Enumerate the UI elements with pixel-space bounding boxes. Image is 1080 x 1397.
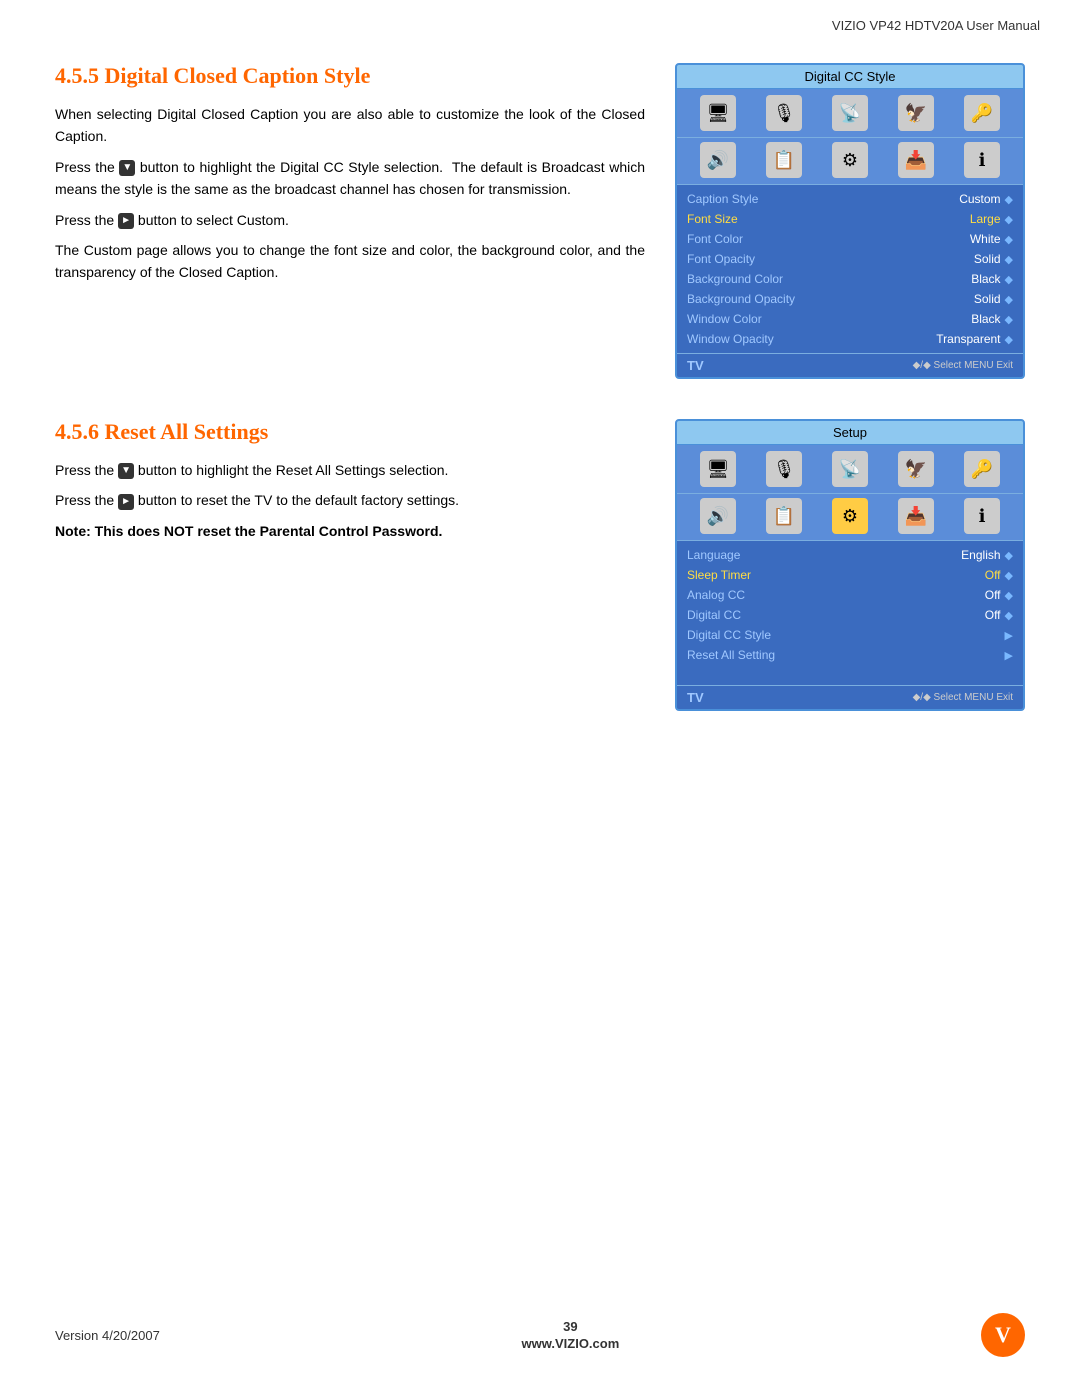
menu-row-font-size: Font Size Large ◆ [687, 209, 1013, 229]
tv-footer-455-label: TV [687, 358, 704, 373]
tv-icons-row-bottom: 🔊 📋 ⚙ 📥 ℹ [677, 138, 1023, 185]
section-456-title: 4.5.6 Reset All Settings [55, 419, 645, 445]
main-content: 4.5.5 Digital Closed Caption Style When … [0, 33, 1080, 741]
tv-icon-info-2: ℹ [964, 498, 1000, 534]
down-arrow-icon-2: ▼ [118, 463, 134, 479]
section-456-text: 4.5.6 Reset All Settings Press the ▼ but… [55, 419, 645, 711]
right-arrow-icon: ► [118, 213, 134, 229]
tv-icons-row-top: 🖥 🎙 📡 🦅 🔑 [677, 89, 1023, 138]
tv-footer-456-hint: ◆/◆ Select MENU Exit [913, 692, 1013, 703]
tv-icon-bird-2: 🦅 [898, 451, 934, 487]
tv-icon-cc-2: 📋 [766, 498, 802, 534]
tv-icons-row-top-2: 🖥 🎙 📡 🦅 🔑 [677, 445, 1023, 494]
tv-icon-setup-2: ⚙ [832, 498, 868, 534]
menu-row-reset-all: Reset All Setting ▶ [687, 645, 1013, 665]
tv-screen-456-title: Setup [677, 421, 1023, 445]
section-455-title: 4.5.5 Digital Closed Caption Style [55, 63, 645, 89]
section-456-note: Note: This does NOT reset the Parental C… [55, 520, 645, 542]
tv-icon-setup: ⚙ [832, 142, 868, 178]
tv-menu-rows-456: Language English ◆ Sleep Timer Off ◆ Ana… [677, 541, 1023, 669]
footer-website: www.VIZIO.com [522, 1336, 620, 1351]
section-455: 4.5.5 Digital Closed Caption Style When … [55, 63, 1025, 379]
page-footer: Version 4/20/2007 39 www.VIZIO.com V [0, 1313, 1080, 1357]
tv-footer-456: TV ◆/◆ Select MENU Exit [677, 685, 1023, 709]
tv-icon-monitor: 🖥 [700, 95, 736, 131]
menu-row-bg-opacity: Background Opacity Solid ◆ [687, 289, 1013, 309]
page-header: VIZIO VP42 HDTV20A User Manual [0, 0, 1080, 33]
section-455-para4: The Custom page allows you to change the… [55, 239, 645, 284]
section-455-text: 4.5.5 Digital Closed Caption Style When … [55, 63, 645, 379]
section-456-para1: Press the ▼ button to highlight the Rese… [55, 459, 645, 481]
menu-row-digital-cc-style: Digital CC Style ▶ [687, 625, 1013, 645]
tv-menu-rows-455: Caption Style Custom ◆ Font Size Large ◆… [677, 185, 1023, 353]
tv-screen-456: Setup 🖥 🎙 📡 🦅 🔑 🔊 📋 ⚙ 📥 ℹ Language Engli… [675, 419, 1025, 711]
tv-icon-speaker: 🔊 [700, 142, 736, 178]
menu-row-window-color: Window Color Black ◆ [687, 309, 1013, 329]
footer-page-number: 39 [563, 1319, 577, 1334]
footer-version: Version 4/20/2007 [55, 1328, 160, 1343]
tv-icons-row-bottom-2: 🔊 📋 ⚙ 📥 ℹ [677, 494, 1023, 541]
footer-center: 39 www.VIZIO.com [522, 1319, 620, 1351]
manual-title: VIZIO VP42 HDTV20A User Manual [832, 18, 1040, 33]
menu-row-caption-style: Caption Style Custom ◆ [687, 189, 1013, 209]
menu-row-bg-color: Background Color Black ◆ [687, 269, 1013, 289]
section-456: 4.5.6 Reset All Settings Press the ▼ but… [55, 419, 1025, 711]
menu-row-font-color: Font Color White ◆ [687, 229, 1013, 249]
section-455-para3: Press the ► button to select Custom. [55, 209, 645, 231]
tv-footer-456-label: TV [687, 690, 704, 705]
tv-footer-455: TV ◆/◆ Select MENU Exit [677, 353, 1023, 377]
section-455-para1: When selecting Digital Closed Caption yo… [55, 103, 645, 148]
tv-icon-key: 🔑 [964, 95, 1000, 131]
menu-row-language: Language English ◆ [687, 545, 1013, 565]
tv-icon-monitor-2: 🖥 [700, 451, 736, 487]
menu-row-font-opacity: Font Opacity Solid ◆ [687, 249, 1013, 269]
section-455-para2: Press the ▼ button to highlight the Digi… [55, 156, 645, 201]
section-456-para2: Press the ► button to reset the TV to th… [55, 489, 645, 511]
tv-icon-input: 📥 [898, 142, 934, 178]
tv-footer-455-hint: ◆/◆ Select MENU Exit [913, 360, 1013, 371]
menu-row-window-opacity: Window Opacity Transparent ◆ [687, 329, 1013, 349]
menu-row-analog-cc: Analog CC Off ◆ [687, 585, 1013, 605]
tv-icon-key-2: 🔑 [964, 451, 1000, 487]
tv-icon-dish-2: 📡 [832, 451, 868, 487]
tv-screen-455-title: Digital CC Style [677, 65, 1023, 89]
tv-icon-dish: 📡 [832, 95, 868, 131]
tv-icon-mic: 🎙 [766, 95, 802, 131]
down-arrow-icon: ▼ [119, 160, 135, 176]
tv-icon-info: ℹ [964, 142, 1000, 178]
tv-icon-mic-2: 🎙 [766, 451, 802, 487]
vizio-logo: V [981, 1313, 1025, 1357]
tv-screen-455: Digital CC Style 🖥 🎙 📡 🦅 🔑 🔊 📋 ⚙ 📥 ℹ Cap… [675, 63, 1025, 379]
tv-icon-cc: 📋 [766, 142, 802, 178]
tv-icon-input-2: 📥 [898, 498, 934, 534]
tv-icon-bird: 🦅 [898, 95, 934, 131]
menu-row-sleep-timer: Sleep Timer Off ◆ [687, 565, 1013, 585]
menu-row-digital-cc: Digital CC Off ◆ [687, 605, 1013, 625]
tv-icon-speaker-2: 🔊 [700, 498, 736, 534]
right-arrow-icon-2: ► [118, 494, 134, 510]
